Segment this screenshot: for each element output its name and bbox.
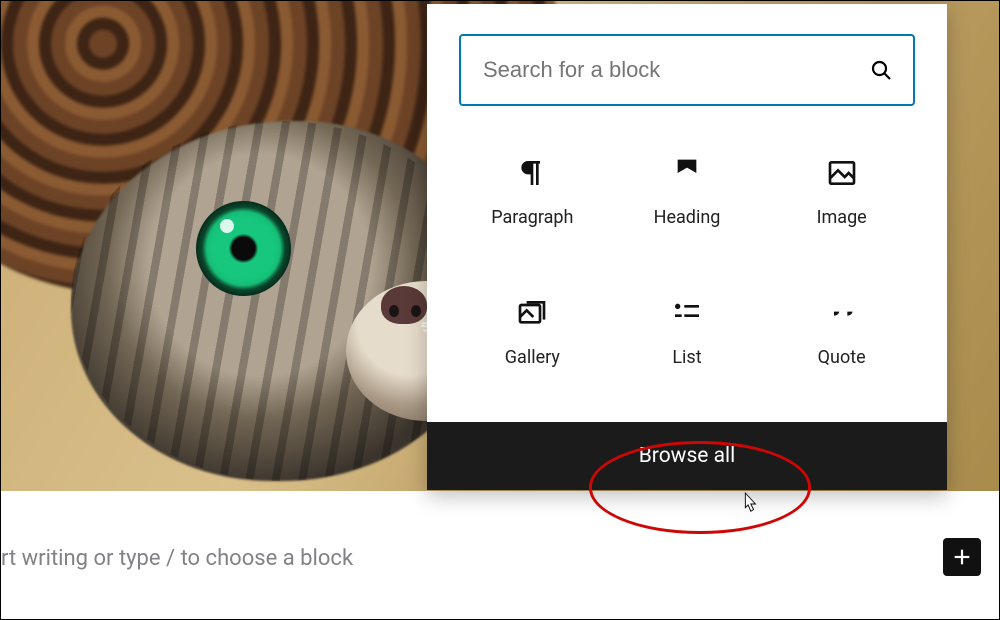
browse-all-label: Browse all [639,444,736,468]
add-block-button[interactable] [943,538,981,576]
browse-all-button[interactable]: Browse all [427,422,947,490]
block-grid: Paragraph Heading Image Ga [427,124,947,422]
paragraph-placeholder[interactable]: rt writing or type / to choose a block [1,546,353,571]
block-option-label: Quote [818,347,866,368]
block-option-label: Heading [654,207,721,228]
block-option-quote[interactable]: Quote [764,276,919,388]
image-icon [826,157,858,189]
block-search-input[interactable] [481,56,869,84]
heading-icon [671,157,703,189]
gallery-icon [516,297,548,329]
block-search-field[interactable] [459,34,915,106]
paragraph-icon [516,157,548,189]
plus-icon [951,546,973,568]
cat-eye [196,201,291,296]
editor-viewport: rt writing or type / to choose a block P… [0,0,1000,620]
block-option-heading[interactable]: Heading [610,136,765,248]
block-option-label: Gallery [505,347,560,368]
block-option-list[interactable]: List [610,276,765,388]
block-option-label: List [672,347,701,368]
block-inserter-panel: Paragraph Heading Image Ga [427,4,947,490]
block-option-gallery[interactable]: Gallery [455,276,610,388]
block-option-image[interactable]: Image [764,136,919,248]
pointer-cursor-icon [738,491,760,517]
quote-icon [826,297,858,329]
block-option-label: Image [817,207,867,228]
search-icon [869,58,893,82]
block-option-label: Paragraph [491,207,573,228]
block-option-paragraph[interactable]: Paragraph [455,136,610,248]
list-icon [671,297,703,329]
